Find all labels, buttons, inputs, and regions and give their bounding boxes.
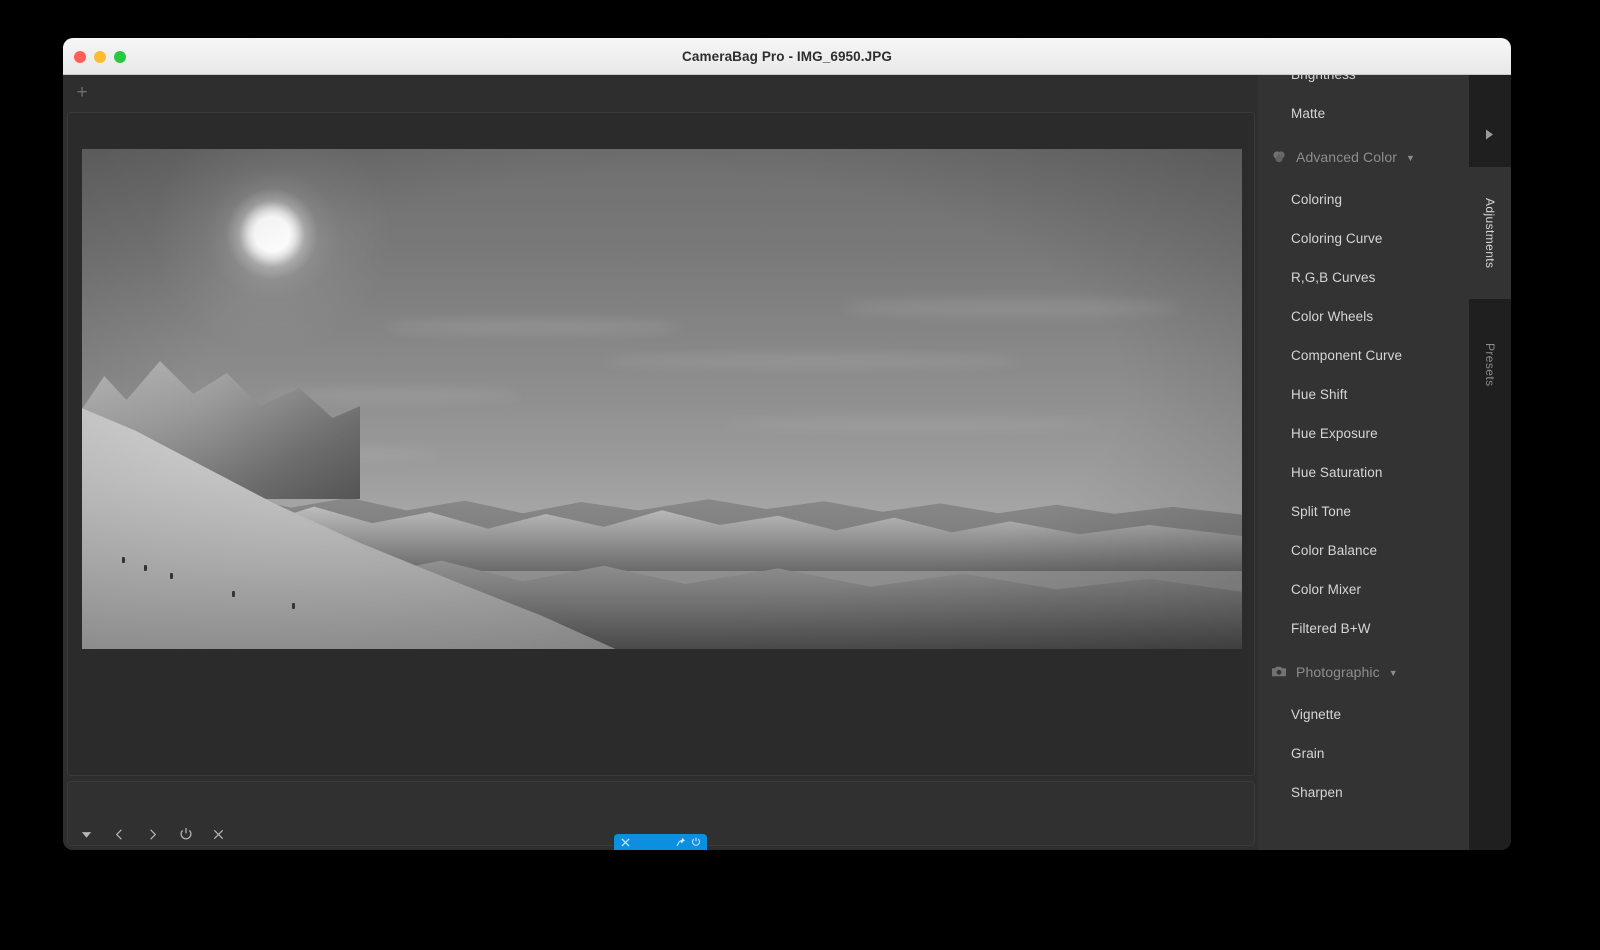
adjustment-item-hue-saturation[interactable]: Hue Saturation: [1258, 453, 1469, 492]
application-window: CameraBag Pro - IMG_6950.JPG +: [63, 38, 1511, 850]
adjustment-item-hue-shift[interactable]: Hue Shift: [1258, 375, 1469, 414]
cloud-wisp: [842, 299, 1182, 317]
previous-arrow-icon[interactable]: [111, 826, 128, 843]
skier-figure: [144, 565, 147, 571]
adjustment-item-color-balance[interactable]: Color Balance: [1258, 531, 1469, 570]
adjustment-item-vignette[interactable]: Vignette: [1258, 695, 1469, 734]
adjustment-item-color-mixer[interactable]: Color Mixer: [1258, 570, 1469, 609]
adjustment-item-matte[interactable]: Matte: [1258, 94, 1469, 133]
color-circles-icon: [1270, 148, 1287, 165]
window-titlebar: CameraBag Pro - IMG_6950.JPG: [63, 38, 1511, 75]
window-body: +: [63, 75, 1511, 850]
adjustments-section-label: Photographic: [1296, 664, 1380, 680]
skier-figure: [170, 573, 173, 579]
window-title: CameraBag Pro - IMG_6950.JPG: [63, 49, 1511, 64]
collapse-panel-button[interactable]: [1479, 124, 1499, 144]
bottom-toolbar: [63, 818, 1258, 850]
skier-figure: [292, 603, 295, 609]
skier-figure: [232, 591, 235, 597]
adjustment-item-coloring[interactable]: Coloring: [1258, 180, 1469, 219]
editor-column: +: [63, 75, 1258, 850]
photo-image: [82, 149, 1242, 649]
adjustment-item-hue-exposure[interactable]: Hue Exposure: [1258, 414, 1469, 453]
adjustment-item-brightness[interactable]: Brightness: [1258, 75, 1469, 94]
add-image-button[interactable]: +: [73, 84, 91, 102]
photo-frame: [82, 149, 1242, 649]
adjustment-item-sharpen[interactable]: Sharpen: [1258, 773, 1469, 812]
minimize-window-button[interactable]: [94, 51, 106, 63]
maximize-window-button[interactable]: [114, 51, 126, 63]
adjustments-list: BrightnessMatteAdvanced Color▼ColoringCo…: [1258, 75, 1469, 812]
tab-adjustments[interactable]: Adjustments: [1469, 167, 1511, 299]
adjustment-item-r-g-b-curves[interactable]: R,G,B Curves: [1258, 258, 1469, 297]
adjustments-panel: BrightnessMatteAdvanced Color▼ColoringCo…: [1258, 75, 1511, 850]
cloud-wisp: [722, 419, 1102, 429]
adjustment-item-color-wheels[interactable]: Color Wheels: [1258, 297, 1469, 336]
adjustment-item-grain[interactable]: Grain: [1258, 734, 1469, 773]
adjustment-item-split-tone[interactable]: Split Tone: [1258, 492, 1469, 531]
next-arrow-icon[interactable]: [144, 826, 161, 843]
close-window-button[interactable]: [74, 51, 86, 63]
adjustments-list-viewport: BrightnessMatteAdvanced Color▼ColoringCo…: [1258, 75, 1469, 850]
power-toggle-icon[interactable]: [177, 826, 194, 843]
camera-icon: [1270, 663, 1287, 680]
chevron-down-icon[interactable]: ▼: [1389, 668, 1398, 678]
adjustments-section-advanced-color[interactable]: Advanced Color ▼: [1258, 133, 1469, 180]
cloud-wisp: [602, 354, 1022, 368]
traffic-light-group: [74, 38, 126, 75]
dropdown-triangle-icon[interactable]: [78, 826, 95, 843]
chevron-down-icon[interactable]: ▼: [1406, 153, 1415, 163]
tab-presets[interactable]: Presets: [1469, 315, 1511, 415]
adjustments-section-label: Advanced Color: [1296, 149, 1397, 165]
tab-presets-label: Presets: [1483, 343, 1497, 386]
clear-all-icon[interactable]: [210, 826, 227, 843]
adjustment-item-filtered-b-w[interactable]: Filtered B+W: [1258, 609, 1469, 648]
skier-figure: [122, 557, 125, 563]
image-canvas-panel[interactable]: [67, 112, 1255, 776]
adjustments-section-photographic[interactable]: Photographic ▼: [1258, 648, 1469, 695]
tab-adjustments-label: Adjustments: [1483, 198, 1497, 268]
top-tab-strip: +: [63, 75, 1258, 112]
panel-tab-rail: Adjustments Presets: [1469, 75, 1511, 850]
adjustment-item-coloring-curve[interactable]: Coloring Curve: [1258, 219, 1469, 258]
adjustment-item-component-curve[interactable]: Component Curve: [1258, 336, 1469, 375]
cloud-wisp: [382, 319, 682, 335]
